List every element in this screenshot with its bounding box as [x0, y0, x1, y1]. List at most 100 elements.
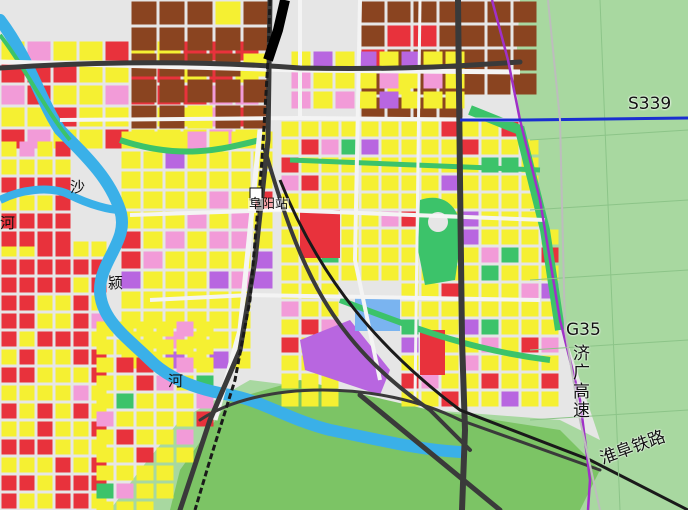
block-east-residential — [381, 193, 399, 209]
block-oldtown-commercial — [1, 439, 17, 455]
block-oldtown-commercial — [73, 349, 89, 365]
block-oldtown-residential — [19, 403, 35, 419]
block-east-residential — [301, 193, 319, 209]
block-east-residential — [521, 265, 539, 281]
rural-field-line — [529, 199, 688, 211]
block-oldtown-residential — [73, 439, 89, 455]
block-oldtown-residential — [37, 367, 53, 383]
block-sw-residential — [96, 393, 114, 409]
block-sw-residential — [96, 501, 114, 510]
river-char-ying: 颍 — [108, 274, 124, 292]
urban-land-use-map[interactable]: S339 G35 济广高速 淮阜铁路 阜阳站 沙 颍 河 河 — [0, 0, 688, 510]
river-char-edge: 河 — [0, 214, 16, 232]
block-n-residential — [423, 91, 443, 109]
block-east-residential — [461, 175, 479, 191]
block-industrial-ne-industrial — [361, 1, 385, 23]
block-east-education — [361, 139, 379, 155]
block-oldtown-residential — [55, 385, 71, 401]
block-east-residential — [481, 193, 499, 209]
block-industrial-e-industrial — [513, 73, 537, 95]
block-west-commercial — [19, 231, 35, 247]
block-sw-public_service — [96, 411, 114, 427]
block-east-commercial — [301, 175, 319, 191]
block-east-education — [441, 175, 459, 191]
block-industrial-ne-commercial — [387, 25, 411, 47]
block-sw-residential — [176, 393, 194, 409]
block-industrial-n-industrial — [159, 79, 185, 103]
block-central-residential — [121, 151, 141, 169]
block-east-residential — [361, 229, 379, 245]
block-sw-residential — [156, 483, 174, 499]
block-n-public_service — [335, 91, 355, 109]
block-east-residential — [481, 175, 499, 191]
block-east-residential — [321, 193, 339, 209]
block-west-commercial — [37, 213, 53, 229]
block-east-residential — [401, 175, 419, 191]
block-west-commercial — [19, 213, 35, 229]
block-oldtown-residential — [1, 385, 17, 401]
block-west-commercial — [37, 231, 53, 247]
block-west-residential — [37, 159, 53, 175]
block-oldtown-commercial — [73, 331, 89, 347]
block-oldtown-commercial — [1, 295, 17, 311]
block-west-residential — [19, 195, 35, 211]
block-east-commercial — [461, 139, 479, 155]
block-oldtown-residential — [1, 457, 17, 473]
block-sw-public_service — [116, 483, 134, 499]
block-east-residential — [381, 139, 399, 155]
block-industrial-n-industrial — [159, 1, 185, 25]
block-industrial-n-industrial — [215, 79, 241, 103]
block-nw-commercial — [105, 41, 129, 61]
block-oldtown-residential — [55, 313, 71, 329]
station-label[interactable]: 阜阳站 — [248, 198, 290, 211]
block-oldtown-residential — [37, 475, 53, 491]
block-east-residential — [501, 373, 519, 389]
block-oldtown-commercial — [1, 331, 17, 347]
block-industrial-e-industrial — [461, 1, 485, 23]
block-west-commercial — [55, 213, 71, 229]
block-central-residential — [187, 171, 207, 189]
block-sw-commercial — [116, 429, 134, 445]
block-east-residential — [281, 265, 299, 281]
block-west-residential — [37, 141, 53, 157]
block-sw-residential — [116, 501, 134, 510]
block-sw-residential — [136, 393, 154, 409]
block-central-residential — [121, 171, 141, 189]
block-sw-residential — [116, 375, 134, 391]
block-oldtown-residential — [37, 493, 53, 509]
block-oldtown-residential — [55, 421, 71, 437]
block-east-residential — [361, 121, 379, 137]
block-east-public_service — [481, 247, 499, 263]
block-sw-residential — [156, 465, 174, 481]
block-sw-residential — [96, 447, 114, 463]
block-central-residential — [187, 191, 207, 209]
block-east-commercial — [441, 283, 459, 299]
block-oldtown-residential — [73, 421, 89, 437]
block-east-residential — [421, 121, 439, 137]
block-industrial-n-industrial — [159, 27, 185, 51]
block-industrial-e-industrial — [513, 1, 537, 23]
block-oldtown-residential — [37, 385, 53, 401]
block-central-residential — [165, 251, 185, 269]
block-west-residential — [37, 195, 53, 211]
block-oldtown-public_service — [73, 385, 89, 401]
block-east-residential — [481, 355, 499, 371]
block-sw-public_service — [176, 321, 194, 337]
block-east-commercial — [281, 337, 299, 353]
block-east-residential — [441, 301, 459, 317]
block-oldtown-commercial — [37, 277, 53, 293]
block-sw-residential — [156, 429, 174, 445]
block-oldtown-residential — [55, 403, 71, 419]
road-east-west-1 — [59, 115, 521, 122]
block-east-residential — [501, 193, 519, 209]
block-east-residential — [381, 229, 399, 245]
block-industrial-n-industrial — [131, 105, 157, 129]
block-oldtown-commercial — [1, 493, 17, 509]
block-east-residential — [401, 121, 419, 137]
block-industrial-n-industrial — [187, 79, 213, 103]
block-east-residential — [401, 139, 419, 155]
block-sw-residential — [176, 447, 194, 463]
block-east-commercial — [521, 337, 539, 353]
block-east-commercial — [301, 319, 319, 335]
block-west-residential — [1, 159, 17, 175]
